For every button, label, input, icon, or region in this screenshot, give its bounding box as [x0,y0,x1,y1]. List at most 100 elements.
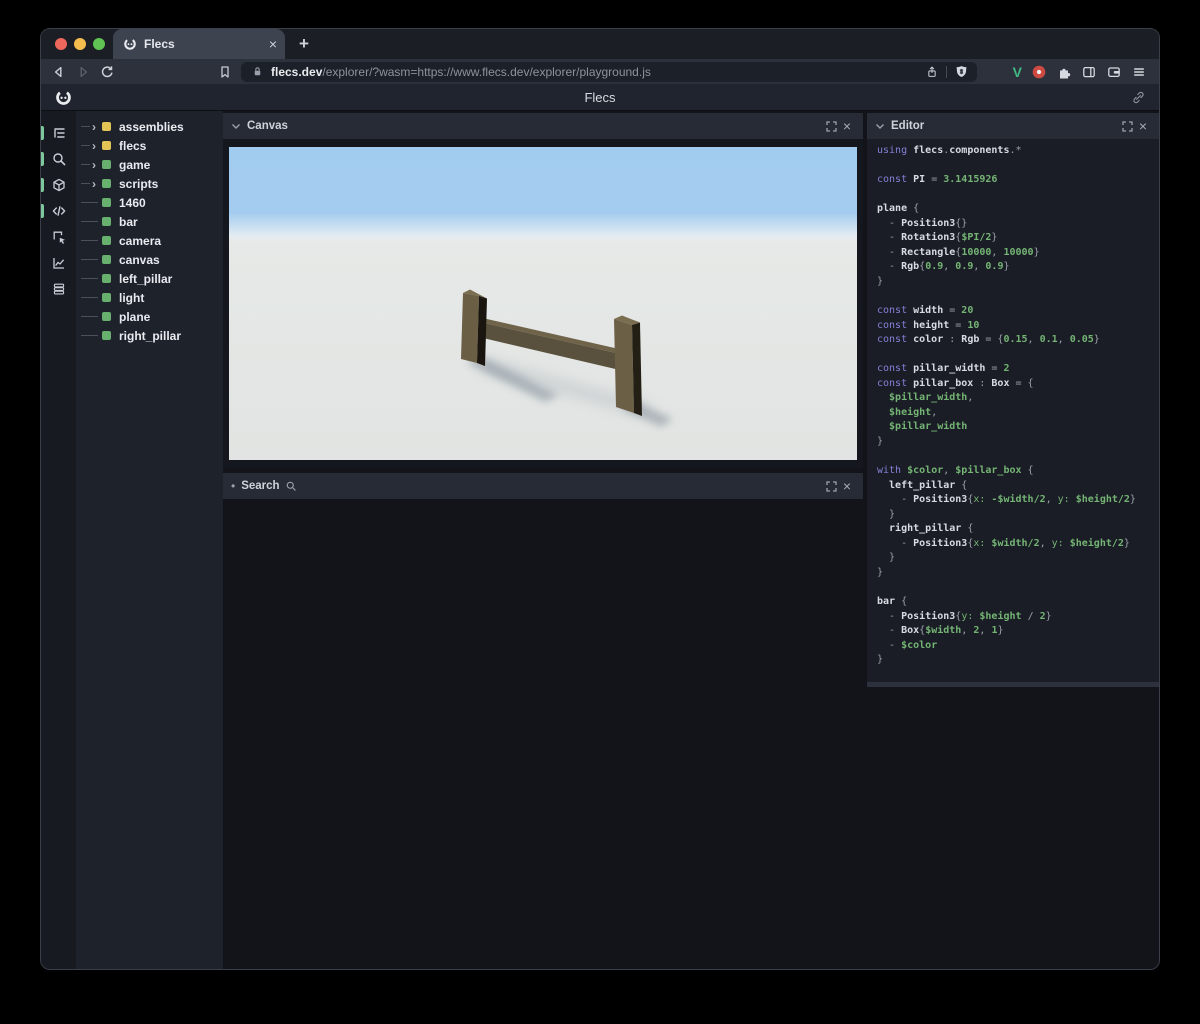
tree-guide-line [81,259,98,260]
vue-devtools-icon[interactable]: V [1013,64,1022,80]
search-panel: • Search × [223,473,863,499]
panel-fullscreen-button[interactable] [823,118,839,134]
collapsed-bullet-icon[interactable]: • [231,479,235,493]
close-window-button[interactable] [55,38,67,50]
tree-item-plane[interactable]: plane [76,307,223,326]
chevron-down-icon[interactable] [875,122,885,131]
expand-chevron-icon[interactable]: › [90,159,98,171]
code-line: - Position3{y: $height / 2} [877,610,1052,622]
panel-title: Editor [891,120,925,132]
tree-item-bar[interactable]: bar [76,212,223,231]
browser-tab[interactable]: Flecs × [113,29,285,59]
menu-hamburger-icon[interactable] [1131,64,1147,80]
back-button[interactable] [51,64,67,80]
tree-item-label: bar [119,214,138,229]
tree-item-camera[interactable]: camera [76,231,223,250]
stats-chart-button[interactable] [41,250,76,276]
main-area: Canvas × • Search × Editor × using flecs… [223,111,1159,969]
chevron-down-icon[interactable] [231,122,241,131]
code-line: $pillar_width, [877,392,974,404]
panel-close-button[interactable]: × [839,478,855,494]
entity-kind-dot [102,198,111,207]
entity-kind-dot [102,293,111,302]
code-line: with $color, $pillar_box { [877,465,1034,477]
url-bar[interactable]: flecs.dev /explorer/?wasm=https://www.fl… [241,61,977,82]
tree-guide-line [81,335,98,336]
tree-item-light[interactable]: light [76,288,223,307]
tree-guide-line [81,316,98,317]
adblock-extension-icon[interactable] [1031,64,1047,80]
tree-item-scripts[interactable]: › scripts [76,174,223,193]
bookmark-icon[interactable] [217,64,233,80]
editor-panel: Editor × using flecs.components.* const … [867,113,1159,687]
right-pillar-mesh [614,315,642,416]
canvas-3d-scene[interactable] [229,147,857,460]
code-line: right_pillar { [877,523,974,535]
maximize-window-button[interactable] [93,38,105,50]
expand-chevron-icon[interactable]: › [90,121,98,133]
commands-rows-button[interactable] [41,276,76,302]
tree-guide-line [81,126,90,127]
minimize-window-button[interactable] [74,38,86,50]
expand-chevron-icon[interactable]: › [90,140,98,152]
panel-fullscreen-button[interactable] [823,478,839,494]
forward-button[interactable] [75,64,91,80]
tree-item-canvas[interactable]: canvas [76,250,223,269]
query-search-button[interactable] [41,146,76,172]
divider [945,65,947,78]
expand-chevron-icon[interactable]: › [90,178,98,190]
code-line: using flecs.components.* [877,145,1022,156]
sidebar-toggle-icon[interactable] [1081,64,1097,80]
panel-close-button[interactable]: × [1135,118,1151,134]
wallet-icon[interactable] [1106,64,1122,80]
tree-item-right_pillar[interactable]: right_pillar [76,326,223,345]
entity-tree: › assemblies › flecs › game › scripts 1460 bar cam… [76,111,223,969]
reload-button[interactable] [99,64,115,80]
extensions-puzzle-icon[interactable] [1056,64,1072,80]
tree-item-left_pillar[interactable]: left_pillar [76,269,223,288]
brave-shield-icon[interactable] [954,64,969,79]
outline-tree-icon [53,128,65,138]
app-header: Flecs [41,84,1159,111]
code-line: - Rectangle{10000, 10000} [877,246,1040,258]
new-tab-button[interactable]: + [299,34,309,54]
tab-close-button[interactable]: × [269,37,277,51]
tree-guide-line [81,278,98,279]
flecs-favicon-icon [124,38,136,50]
share-icon[interactable] [925,65,939,79]
tree-item-1460[interactable]: 1460 [76,193,223,212]
tree-item-label: right_pillar [119,328,182,343]
url-bar-actions [925,64,969,79]
editor-code[interactable]: using flecs.components.* const PI = 3.14… [867,139,1159,682]
tree-item-game[interactable]: › game [76,155,223,174]
tree-guide-line [81,297,98,298]
entity-kind-dot [102,122,111,131]
code-line: - $color [877,639,938,651]
code-line: - Position3{} [877,217,968,229]
tree-item-label: camera [119,233,162,248]
search-icon [286,481,296,491]
script-code-button[interactable] [41,198,76,224]
code-line: plane { [877,203,920,215]
code-line: } [877,435,884,447]
browser-toolbar: flecs.dev /explorer/?wasm=https://www.fl… [41,59,1159,84]
entities-cube-button[interactable] [41,172,76,198]
panel-close-button[interactable]: × [839,118,855,134]
entity-kind-dot [102,160,111,169]
tree-guide-line [81,145,90,146]
outline-tree-button[interactable] [41,120,76,146]
entity-kind-dot [102,141,111,150]
left-icon-strip [41,111,76,969]
tree-item-flecs[interactable]: › flecs [76,136,223,155]
tree-guide-line [81,183,90,184]
editor-resize-handle[interactable] [867,682,1159,687]
tree-item-label: game [119,157,151,172]
tree-item-assemblies[interactable]: › assemblies [76,117,223,136]
script-code-icon [52,206,65,216]
entity-kind-dot [102,179,111,188]
tree-guide-line [81,164,90,165]
inspect-cursor-button[interactable] [41,224,76,250]
panel-fullscreen-button[interactable] [1119,118,1135,134]
